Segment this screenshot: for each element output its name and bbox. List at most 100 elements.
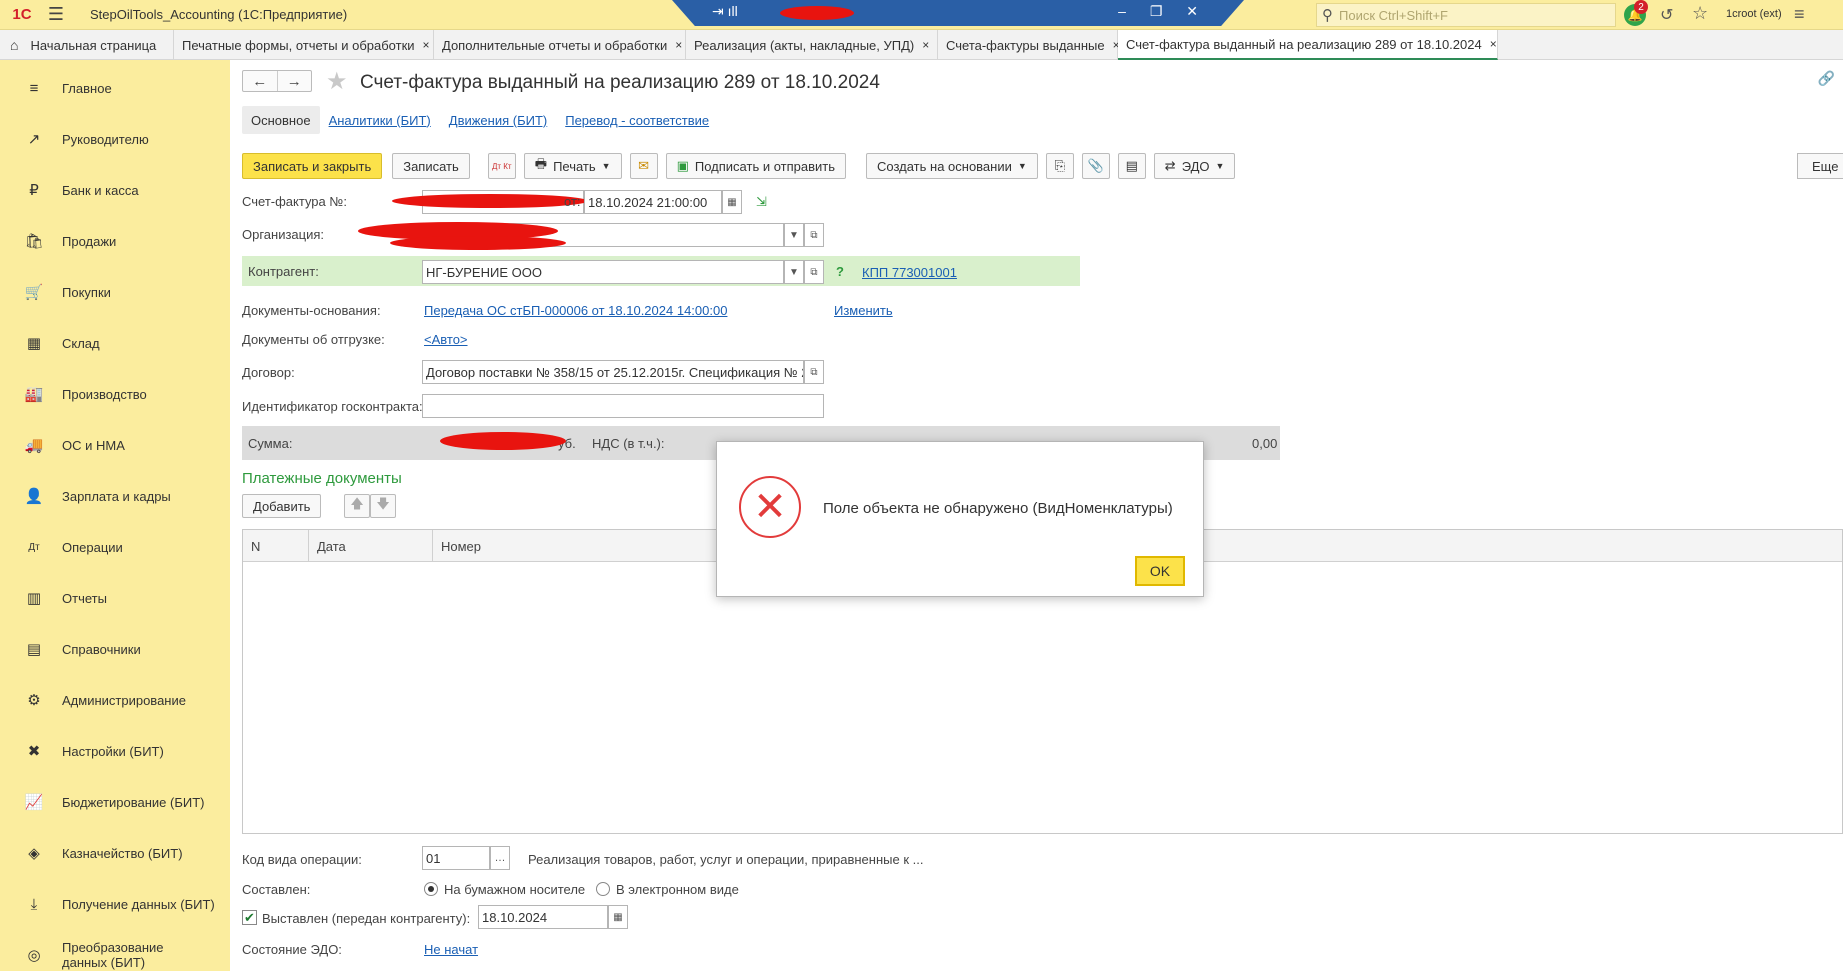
create-based-on-button[interactable]: Создать на основании ▼ — [866, 153, 1038, 179]
column-date[interactable]: Дата — [309, 530, 433, 562]
electronic-radio[interactable] — [596, 882, 610, 896]
ok-button[interactable]: OK — [1135, 556, 1185, 586]
operation-code-field[interactable]: 01 — [422, 846, 490, 870]
move-down-icon[interactable]: 🡇 — [370, 494, 396, 518]
sidebar-item-production[interactable]: 🏭 Производство — [0, 374, 230, 414]
user-name[interactable]: 1croot (ext) — [1726, 8, 1782, 20]
sidebar-item-bank[interactable]: ₽ Банк и касса — [0, 170, 230, 210]
counterparty-field[interactable]: НГ-БУРЕНИЕ ООО — [422, 260, 784, 284]
sidebar-item-label: Получение данных (БИТ) — [62, 896, 215, 912]
subtab-movements[interactable]: Движения (БИТ) — [440, 106, 556, 134]
sidebar-item-label: Преобразование данных (БИТ) — [62, 940, 164, 970]
print-button[interactable]: 🖶 Печать ▼ — [523, 153, 622, 179]
tab-invoices-issued[interactable]: Счета-фактуры выданные × — [938, 30, 1120, 60]
bar-chart-icon: ▥ — [26, 590, 42, 607]
sidebar-item-label: Склад — [62, 335, 100, 351]
sidebar-item-data-transform-bit[interactable]: ◎ Преобразование данных (БИТ) — [0, 935, 220, 975]
back-arrow-icon[interactable]: ← — [243, 71, 278, 91]
email-button[interactable]: ✉ — [629, 153, 658, 179]
close-icon[interactable]: × — [922, 38, 929, 52]
tab-print-forms[interactable]: Печатные формы, отчеты и обработки × — [174, 30, 434, 60]
sidebar-item-fixed-assets[interactable]: 🚚 ОС и НМА — [0, 425, 230, 465]
sidebar-item-reports[interactable]: ▥ Отчеты — [0, 578, 230, 618]
coins-icon: ◈ — [28, 845, 40, 862]
date-field[interactable]: 18.10.2024 21:00:00 — [584, 190, 722, 214]
sidebar-item-treasury-bit[interactable]: ◈ Казначейство (БИТ) — [0, 833, 230, 873]
kpp-link[interactable]: КПП 773001001 — [862, 265, 957, 280]
paper-radio[interactable] — [424, 882, 438, 896]
save-and-close-button[interactable]: Записать и закрыть — [242, 153, 383, 179]
more-button[interactable]: Еще — [1797, 153, 1843, 179]
sidebar-item-administration[interactable]: ⚙ Администрирование — [0, 680, 230, 720]
open-icon[interactable]: ⧉ — [804, 223, 824, 247]
subtab-translation[interactable]: Перевод - соответствие — [556, 106, 718, 134]
shopping-bag-icon: 🛍 — [24, 233, 44, 250]
open-icon[interactable]: ⧉ — [804, 260, 824, 284]
gov-contract-id-field[interactable] — [422, 394, 824, 418]
move-up-icon[interactable]: 🡅 — [344, 494, 370, 518]
tab-current-invoice[interactable]: Счет-фактура выданный на реализацию 289 … — [1118, 30, 1498, 60]
sidebar-item-purchases[interactable]: 🛒 Покупки — [0, 272, 230, 312]
change-link[interactable]: Изменить — [834, 303, 893, 318]
edo-icon: ⇄ — [1164, 158, 1176, 173]
dropdown-arrow-icon[interactable]: ▼ — [784, 260, 804, 284]
settings-menu-icon[interactable]: ≡ — [1794, 4, 1805, 25]
contract-field[interactable]: Договор поставки № 358/15 от 25.12.2015г… — [422, 360, 804, 384]
sidebar-item-directories[interactable]: ▤ Справочники — [0, 629, 230, 669]
close-icon[interactable]: × — [675, 38, 682, 52]
sidebar-item-label: Операции — [62, 539, 123, 555]
sidebar-item-settings-bit[interactable]: ✖ Настройки (БИТ) — [0, 731, 230, 771]
sign-and-send-button[interactable]: ▣ Подписать и отправить — [665, 153, 846, 179]
report-icon[interactable]: ▤ — [1117, 153, 1146, 179]
tab-sales[interactable]: Реализация (акты, накладные, УПД) × — [686, 30, 938, 60]
main-menu-icon[interactable]: ☰ — [44, 0, 68, 30]
tab-home[interactable]: ⌂ Начальная страница — [0, 30, 174, 60]
remote-session-pin-icon[interactable]: ⇥ ıll — [712, 3, 738, 20]
remote-session-controls[interactable]: ‒ ❐ ✕ — [1118, 3, 1208, 20]
sidebar-item-main[interactable]: ≡ Главное — [0, 68, 230, 108]
shipment-docs-link[interactable]: <Авто> — [424, 332, 468, 347]
app-logo: 1С — [12, 6, 32, 23]
save-button[interactable]: Записать — [392, 153, 470, 179]
remote-session-bar[interactable]: ⇥ ıll ‒ ❐ ✕ — [672, 0, 1244, 26]
select-ellipsis-button[interactable]: … — [490, 846, 510, 870]
sidebar-item-label: Руководителю — [62, 131, 149, 147]
forward-arrow-icon[interactable]: → — [278, 71, 312, 91]
sidebar-item-payroll[interactable]: 👤 Зарплата и кадры — [0, 476, 230, 516]
issued-checkbox[interactable]: ✔ — [242, 910, 257, 925]
base-docs-link[interactable]: Передача ОС стБП-000006 от 18.10.2024 14… — [424, 303, 727, 318]
sidebar-item-label: Администрирование — [62, 692, 186, 708]
history-icon[interactable]: ↺ — [1660, 5, 1673, 25]
open-icon[interactable]: ⧉ — [804, 360, 824, 384]
favorites-star-icon[interactable]: ☆ — [1692, 3, 1708, 24]
sidebar-item-director[interactable]: ↗ Руководителю — [0, 119, 230, 159]
edo-state-link[interactable]: Не начат — [424, 942, 478, 957]
sidebar-item-data-import-bit[interactable]: ⤓ Получение данных (БИТ) — [0, 884, 230, 924]
register-icon[interactable]: ⇲ — [756, 194, 767, 210]
sidebar-item-budgeting-bit[interactable]: 📈 Бюджетирование (БИТ) — [0, 782, 230, 822]
calendar-icon[interactable]: ▦ — [608, 905, 628, 929]
add-payment-button[interactable]: Добавить — [242, 494, 322, 518]
close-icon[interactable]: × — [1490, 37, 1497, 51]
debit-credit-button[interactable]: Дт Кт — [487, 153, 516, 179]
structure-button[interactable]: ⎘ — [1045, 153, 1074, 179]
close-icon[interactable]: × — [423, 38, 430, 52]
sidebar-item-operations[interactable]: Дт Операции — [0, 527, 230, 567]
subtab-main[interactable]: Основное — [242, 106, 320, 134]
tab-label: Реализация (акты, накладные, УПД) — [694, 37, 915, 53]
add-to-favorites-star-icon[interactable]: ★ — [326, 67, 348, 96]
edo-button[interactable]: ⇄ ЭДО ▼ — [1153, 153, 1236, 179]
tab-extra-reports[interactable]: Дополнительные отчеты и обработки × — [434, 30, 686, 60]
debit-credit-icon: Дт — [28, 541, 40, 553]
sidebar-item-warehouse[interactable]: ▦ Склад — [0, 323, 230, 363]
link-icon[interactable]: 🔗 — [1818, 70, 1835, 87]
subtab-analytics[interactable]: Аналитики (БИТ) — [320, 106, 440, 134]
sidebar-item-sales[interactable]: 🛍 Продажи — [0, 221, 230, 261]
dropdown-arrow-icon[interactable]: ▼ — [784, 223, 804, 247]
global-search-input[interactable]: ⚲ Поиск Ctrl+Shift+F — [1316, 3, 1616, 27]
help-question-icon[interactable]: ? — [836, 264, 844, 279]
issued-date-field[interactable]: 18.10.2024 — [478, 905, 608, 929]
column-n[interactable]: N — [243, 530, 309, 562]
calendar-icon[interactable]: ▦ — [722, 190, 742, 214]
attachment-icon[interactable]: 📎 — [1081, 153, 1110, 179]
